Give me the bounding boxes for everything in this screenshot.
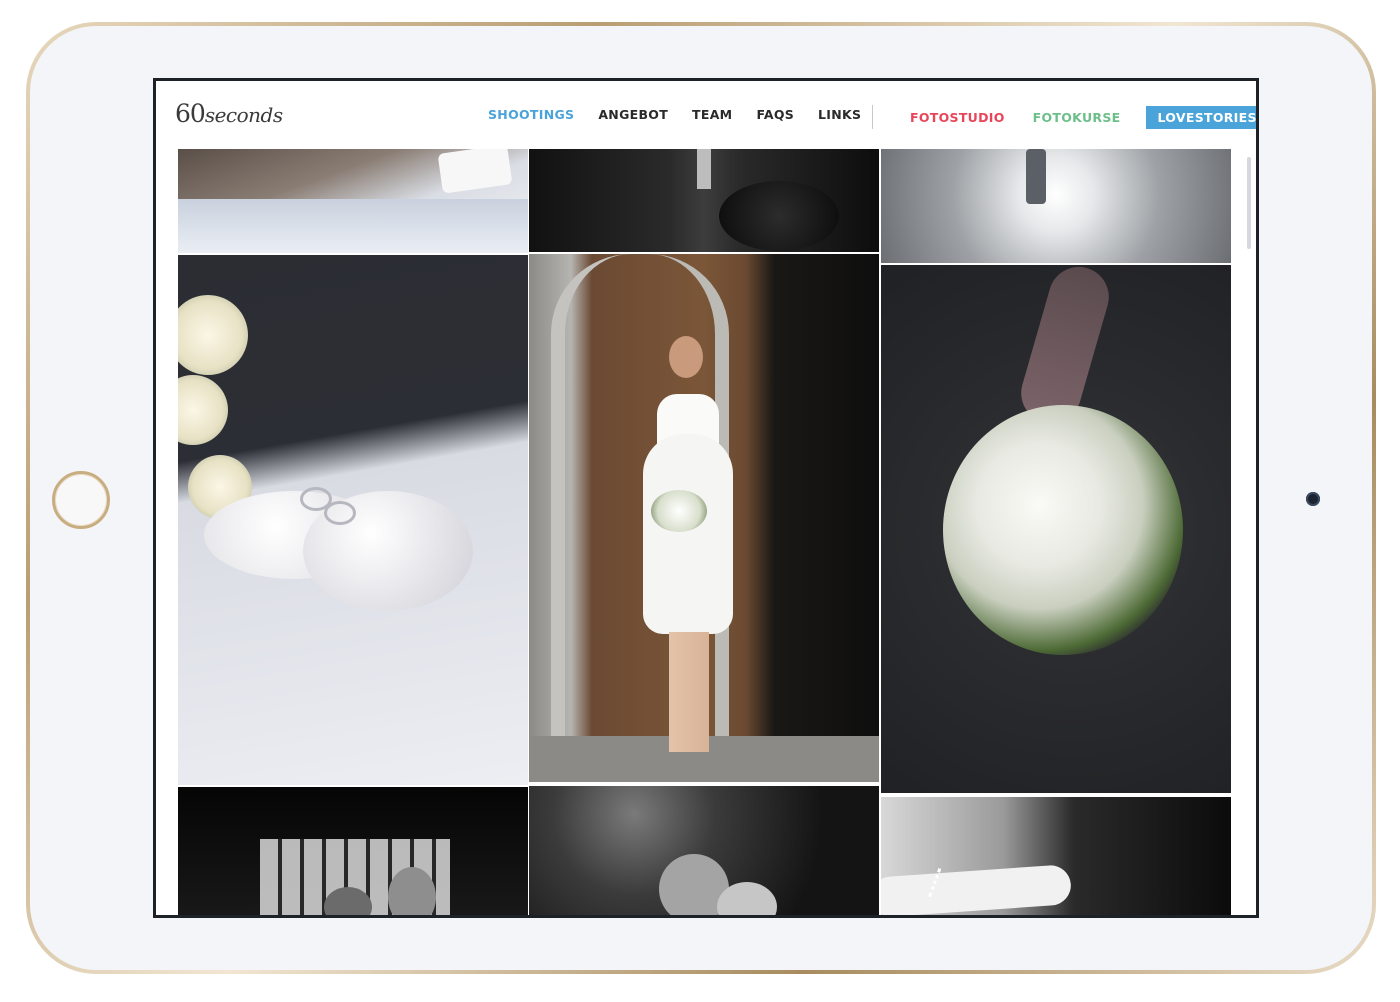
scrollbar-thumb[interactable] (1247, 157, 1251, 249)
table-shape (178, 199, 528, 253)
bride-bouquet (651, 490, 707, 532)
light-stem (1026, 149, 1046, 204)
flowers-shape (719, 181, 839, 251)
site-header: 60seconds SHOOTINGS ANGEBOT TEAM FAQS LI… (156, 81, 1256, 149)
logo-word: seconds (204, 103, 283, 127)
bride-head (669, 336, 703, 378)
bouquet-shape (943, 405, 1183, 655)
web-page: 60seconds SHOOTINGS ANGEBOT TEAM FAQS LI… (156, 81, 1256, 915)
rose-shape (178, 375, 228, 445)
nav-item-angebot[interactable]: ANGEBOT (598, 107, 668, 122)
photo-bw-guests[interactable] (178, 787, 528, 915)
photo-groom-hand-glove[interactable] (178, 149, 528, 253)
photo-bride-doorway[interactable] (529, 254, 879, 782)
wrist-shape (881, 864, 1073, 915)
main-nav: SHOOTINGS ANGEBOT TEAM FAQS LINKS (488, 107, 885, 122)
nav-item-team[interactable]: TEAM (692, 107, 732, 122)
photo-bw-bracelet[interactable] (881, 797, 1231, 915)
photo-bridal-bouquet[interactable] (881, 265, 1231, 793)
photo-gallery (156, 149, 1256, 915)
photo-rings-pillow[interactable] (178, 255, 528, 785)
rose-shape (178, 295, 248, 375)
photo-groom-suit[interactable] (529, 149, 879, 252)
secondary-nav: FOTOSTUDIO FOTOKURSE LOVESTORIES (910, 106, 1256, 129)
nav-item-fotokurse[interactable]: FOTOKURSE (1033, 110, 1121, 125)
nav-item-fotostudio[interactable]: FOTOSTUDIO (910, 110, 1005, 125)
photo-light-bokeh[interactable] (881, 149, 1231, 263)
photo-bw-couple[interactable] (529, 786, 879, 915)
bride-dress (643, 434, 733, 634)
nav-divider (872, 105, 873, 129)
glove-shape (437, 149, 513, 194)
nav-item-faqs[interactable]: FAQS (756, 107, 794, 122)
device-screen: 60seconds SHOOTINGS ANGEBOT TEAM FAQS LI… (153, 78, 1259, 918)
site-logo[interactable]: 60seconds (175, 99, 283, 128)
nav-item-links[interactable]: LINKS (818, 107, 861, 122)
camera-icon (1306, 492, 1320, 506)
ring-shape (324, 501, 356, 525)
logo-number: 60 (175, 99, 206, 128)
shirt-shape (697, 149, 711, 189)
bride-legs (669, 632, 709, 752)
home-button[interactable] (52, 471, 110, 529)
nav-item-shootings[interactable]: SHOOTINGS (488, 107, 574, 122)
nav-item-lovestories[interactable]: LOVESTORIES (1146, 106, 1256, 129)
